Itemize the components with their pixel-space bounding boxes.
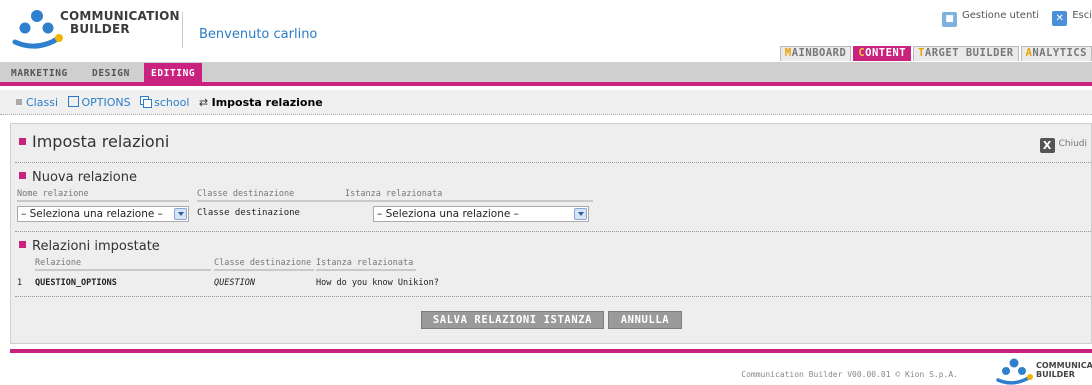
- section-bullet: [19, 172, 26, 179]
- col-relation-name: Nome relazione: [17, 189, 189, 202]
- logo-wordmark: COMMUNICATION BUILDER: [60, 9, 180, 36]
- main-tabs: MAINBOARD CONTENT TARGET BUILDER ANALYTI…: [779, 46, 1092, 61]
- divider: [15, 231, 1091, 232]
- chevron-down-icon: [174, 208, 187, 220]
- tab-mainboard[interactable]: MAINBOARD: [779, 46, 852, 61]
- breadcrumb-school[interactable]: school: [154, 96, 189, 109]
- tab-analytics[interactable]: ANALYTICS: [1020, 46, 1092, 61]
- col-instance: Istanza relazionata: [316, 258, 416, 271]
- col-relation: Relazione: [35, 258, 211, 271]
- close-icon[interactable]: ✕: [1052, 11, 1068, 26]
- tab-target-builder[interactable]: TARGET BUILDER: [913, 46, 1019, 61]
- row-instance: How do you know Unikion?: [316, 278, 439, 288]
- app-header: COMMUNICATION BUILDER Benvenuto carlino …: [0, 0, 1092, 62]
- instance-icon: [140, 96, 153, 108]
- chevron-down-icon: [574, 208, 587, 220]
- divider: [15, 162, 1091, 163]
- breadcrumb: Classi OPTIONS school ⇄ Imposta relazion…: [0, 90, 1092, 115]
- breadcrumb-classi[interactable]: Classi: [26, 96, 58, 109]
- breadcrumb-options[interactable]: OPTIONS: [82, 96, 131, 109]
- row-number: 1: [17, 278, 23, 288]
- col-destination-class: Classe destinazione: [197, 189, 347, 202]
- section-bullet: [19, 241, 26, 248]
- relation-name-select[interactable]: – Seleziona una relazione –: [17, 206, 189, 222]
- row-destination: QUESTION: [214, 278, 255, 288]
- col-related-instance: Istanza relazionata: [345, 189, 593, 202]
- new-relation-title: Nuova relazione: [19, 170, 137, 185]
- breadcrumb-current: Imposta relazione: [211, 96, 323, 109]
- related-instance-select[interactable]: – Seleziona una relazione –: [373, 206, 589, 222]
- breadcrumb-marker-icon: [16, 99, 22, 105]
- footer-copyright: Communication Builder V00.00.01 © Kion S…: [741, 370, 958, 379]
- cancel-button[interactable]: ANNULLA: [608, 311, 682, 329]
- col-destination: Classe destinazione: [214, 258, 314, 271]
- welcome-text: Benvenuto carlino: [199, 27, 318, 42]
- destination-class-value: Classe destinazione: [197, 208, 300, 218]
- close-x-icon: X: [1039, 138, 1055, 153]
- footer-logo-wordmark: COMMUNICATION BUILDER: [1036, 361, 1092, 379]
- user-links: ■ Gestione utenti ✕ Esci: [941, 10, 1092, 27]
- close-button[interactable]: X Chiudi: [1039, 138, 1087, 153]
- divider: [15, 296, 1091, 297]
- users-icon[interactable]: ■: [941, 12, 957, 27]
- tab-content[interactable]: CONTENT: [853, 46, 912, 61]
- footer-rule: [10, 349, 1092, 353]
- save-relations-button[interactable]: SALVA RELAZIONI ISTANZA: [421, 311, 604, 329]
- set-relations-title: Relazioni impostate: [19, 239, 160, 254]
- title-bullet: [19, 138, 26, 145]
- tab-design[interactable]: DESIGN: [85, 65, 137, 82]
- logout-link[interactable]: Esci: [1072, 10, 1092, 21]
- row-relation: QUESTION_OPTIONS: [35, 278, 117, 288]
- panel-title: Imposta relazioni: [19, 132, 169, 151]
- sub-tab-bar: MARKETING DESIGN EDITING: [0, 62, 1092, 86]
- user-management-link[interactable]: Gestione utenti: [962, 10, 1039, 21]
- tab-editing[interactable]: EDITING: [144, 63, 203, 84]
- tab-marketing[interactable]: MARKETING: [4, 65, 75, 82]
- relations-panel: Imposta relazioni X Chiudi Nuova relazion…: [10, 123, 1092, 344]
- logo-separator: [182, 12, 183, 48]
- relation-icon: ⇄: [198, 96, 209, 109]
- class-icon: [67, 96, 79, 107]
